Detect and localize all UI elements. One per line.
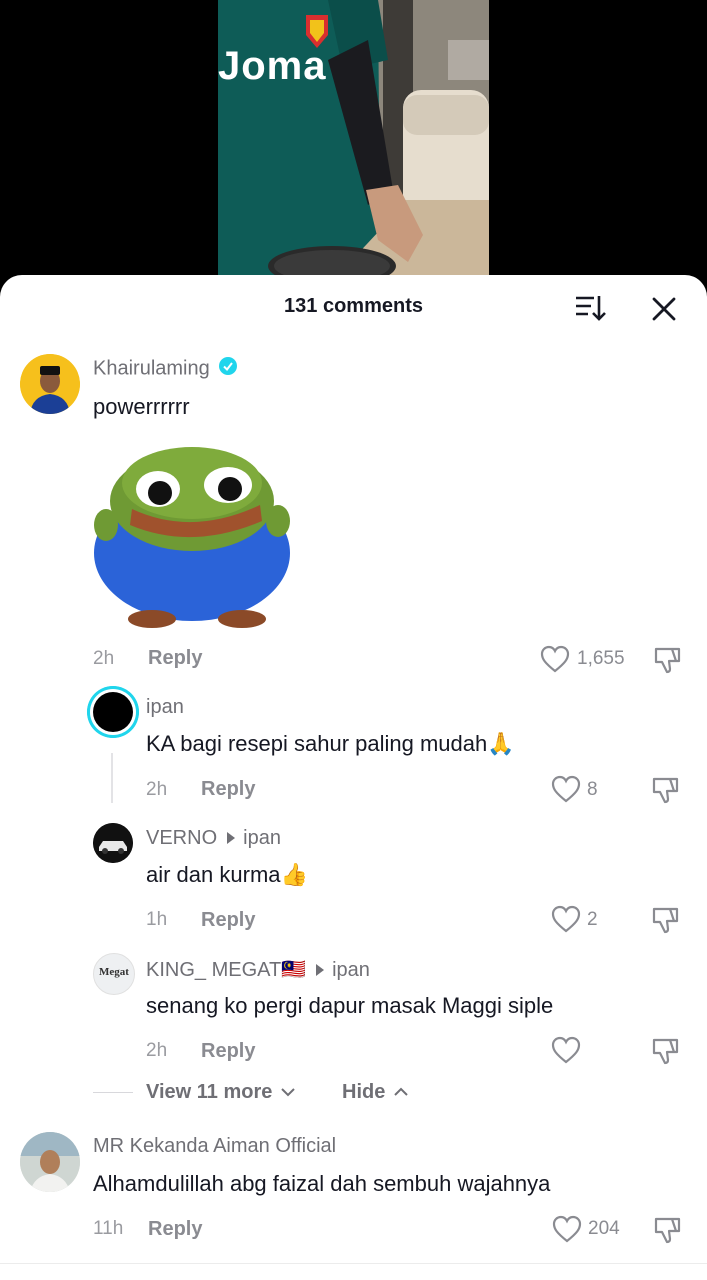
comment-username[interactable]: Khairulaming — [93, 357, 238, 381]
reply-button[interactable]: Reply — [148, 647, 202, 670]
thread-line — [111, 753, 113, 803]
username-text[interactable]: KING_ MEGAT🇲🇾 — [146, 959, 306, 981]
comment-username[interactable]: KING_ MEGAT🇲🇾 ipan — [146, 957, 370, 982]
reply-button[interactable]: Reply — [201, 909, 255, 932]
avatar[interactable] — [20, 1132, 80, 1192]
like-count: 1,655 — [577, 648, 625, 669]
hide-replies-button[interactable]: Hide — [342, 1081, 409, 1104]
view-more-label[interactable]: View 11 more — [146, 1081, 272, 1103]
dislike-icon[interactable] — [650, 905, 680, 940]
hide-label[interactable]: Hide — [342, 1081, 385, 1103]
sort-icon[interactable] — [574, 293, 610, 323]
view-more-replies-button[interactable]: View 11 more — [146, 1081, 296, 1104]
like-count: 8 — [587, 779, 598, 800]
chevron-up-icon — [393, 1081, 409, 1104]
reply-button[interactable]: Reply — [148, 1218, 202, 1241]
reply-arrow-icon — [227, 831, 236, 844]
comment-text: Alhamdulillah abg faizal dah sembuh waja… — [93, 1171, 551, 1196]
avatar[interactable]: Megat — [93, 953, 135, 995]
reply-button[interactable]: Reply — [201, 1040, 255, 1063]
like-icon[interactable] — [551, 905, 581, 938]
chevron-down-icon — [280, 1081, 296, 1104]
dislike-icon[interactable] — [652, 645, 682, 680]
comment-text: KA bagi resepi sahur paling mudah🙏 — [146, 731, 515, 756]
dislike-icon[interactable] — [652, 1215, 682, 1250]
thread-divider — [93, 1092, 133, 1093]
video-frame — [218, 0, 489, 275]
comment-text: senang ko pergi dapur masak Maggi siple — [146, 993, 554, 1018]
comment-time: 2h — [93, 648, 115, 669]
avatar-logo-text: Megat — [99, 966, 129, 978]
username-text[interactable]: Khairulaming — [93, 357, 210, 379]
jersey-logo-text: Joma — [218, 44, 327, 88]
dislike-icon[interactable] — [650, 1036, 680, 1071]
like-icon[interactable] — [552, 1215, 582, 1248]
video-player[interactable]: Joma — [218, 0, 489, 275]
pepe-frog-hug-sticker — [92, 441, 292, 629]
reply-arrow-icon — [316, 963, 325, 976]
comment-username[interactable]: VERNO ipan — [146, 827, 281, 850]
comment-input-bar-edge — [0, 1263, 707, 1280]
comment-username[interactable]: ipan — [146, 696, 184, 719]
reply-button[interactable]: Reply — [201, 778, 255, 801]
verified-icon — [219, 357, 238, 381]
comments-panel: 131 comments Khairulaming powerrrrrr 2h … — [0, 275, 707, 1280]
comment-time: 11h — [93, 1218, 124, 1239]
avatar[interactable] — [20, 354, 80, 414]
reply-to-username[interactable]: ipan — [243, 827, 281, 849]
comment-text: powerrrrrr — [93, 394, 190, 419]
avatar[interactable] — [93, 823, 133, 863]
close-icon[interactable] — [648, 293, 680, 325]
comment-time: 2h — [146, 779, 168, 800]
comment-text: air dan kurma👍 — [146, 862, 308, 887]
like-icon[interactable] — [551, 1036, 581, 1069]
username-text[interactable]: VERNO — [146, 827, 217, 849]
like-icon[interactable] — [540, 645, 570, 678]
comment-username[interactable]: MR Kekanda Aiman Official — [93, 1135, 336, 1158]
dislike-icon[interactable] — [650, 775, 680, 810]
like-icon[interactable] — [551, 775, 581, 808]
comment-time: 2h — [146, 1040, 168, 1061]
like-count: 204 — [588, 1218, 620, 1239]
reply-to-username[interactable]: ipan — [332, 959, 370, 981]
comments-header: 131 comments — [0, 275, 707, 339]
comment-time: 1h — [146, 909, 168, 930]
avatar[interactable] — [87, 686, 139, 738]
like-count: 2 — [587, 909, 598, 930]
